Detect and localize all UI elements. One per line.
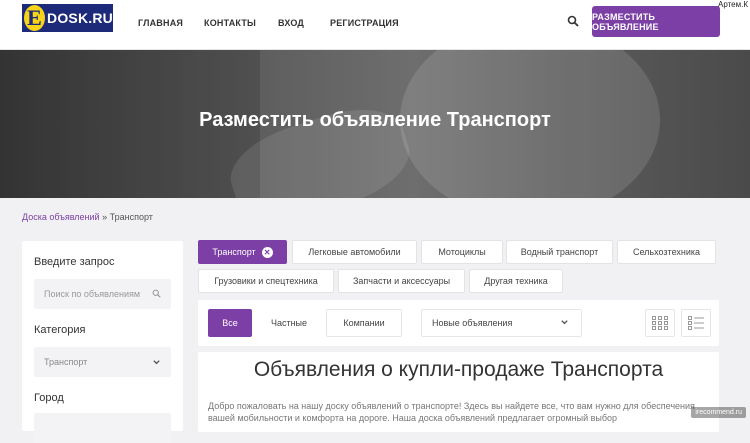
search-input[interactable]: Поиск по объявлениям bbox=[34, 279, 171, 309]
hero-banner: Разместить объявление Транспорт bbox=[0, 50, 750, 198]
category-value: Транспорт bbox=[44, 357, 88, 367]
tag-label: Транспорт bbox=[212, 247, 256, 257]
tag-water-transport[interactable]: Водный транспорт bbox=[506, 240, 613, 264]
tag-agri-machinery[interactable]: Сельхозтехника bbox=[617, 240, 716, 264]
site-header: E DOSK.RU ГЛАВНАЯ КОНТАКТЫ ВХОД РЕГИСТРА… bbox=[0, 0, 750, 50]
breadcrumb-separator: » bbox=[102, 212, 108, 222]
tag-motorcycles[interactable]: Мотоциклы bbox=[421, 240, 503, 264]
tag-other[interactable]: Другая техника bbox=[469, 269, 563, 293]
sort-value: Новые объявления bbox=[432, 318, 513, 328]
user-watermark: Артем.К bbox=[717, 0, 748, 9]
logo-letter: E bbox=[24, 5, 46, 31]
post-ad-button[interactable]: РАЗМЕСТИТЬ ОБЪЯВЛЕНИЕ bbox=[592, 6, 720, 37]
site-logo[interactable]: E DOSK.RU bbox=[22, 4, 113, 32]
search-placeholder: Поиск по объявлениям bbox=[44, 289, 141, 299]
breadcrumb: Доска объявлений » Транспорт bbox=[22, 212, 153, 222]
tag-transport[interactable]: Транспорт ✕ bbox=[198, 240, 287, 264]
category-select[interactable]: Транспорт bbox=[34, 347, 171, 377]
filter-companies-button[interactable]: Компании bbox=[326, 309, 402, 337]
grid-view-icon[interactable] bbox=[645, 309, 675, 337]
tag-trucks[interactable]: Грузовики и спецтехника bbox=[198, 269, 334, 293]
logo-text: DOSK.RU bbox=[47, 10, 113, 26]
page-title: Разместить объявление Транспорт bbox=[199, 109, 551, 131]
filter-sidebar: Введите запрос Поиск по объявлениям Кате… bbox=[22, 241, 183, 443]
category-description: Объявления о купли-продаже Транспорта До… bbox=[198, 352, 719, 432]
tag-cars[interactable]: Легковые автомобили bbox=[292, 240, 417, 264]
listing-filter-bar: Все Частные Компании Новые объявления bbox=[198, 300, 719, 346]
section-title: Объявления о купли-продаже Транспорта bbox=[253, 358, 664, 381]
close-icon[interactable]: ✕ bbox=[261, 246, 273, 258]
chevron-down-icon bbox=[561, 320, 568, 325]
filter-all-button[interactable]: Все bbox=[208, 309, 252, 337]
search-icon[interactable] bbox=[567, 15, 579, 27]
nav-home[interactable]: ГЛАВНАЯ bbox=[138, 18, 183, 28]
city-label: Город bbox=[34, 392, 64, 404]
chevron-down-icon bbox=[153, 360, 160, 365]
section-intro: Добро пожаловать на нашу доску объявлени… bbox=[208, 401, 695, 423]
breadcrumb-current: Транспорт bbox=[109, 212, 153, 222]
nav-register[interactable]: РЕГИСТРАЦИЯ bbox=[330, 18, 399, 28]
breadcrumb-home[interactable]: Доска объявлений bbox=[22, 212, 100, 222]
query-label: Введите запрос bbox=[34, 256, 115, 268]
filter-private-button[interactable]: Частные bbox=[256, 309, 322, 337]
sort-select[interactable]: Новые объявления bbox=[421, 309, 582, 337]
list-view-icon[interactable] bbox=[681, 309, 711, 337]
nav-contacts[interactable]: КОНТАКТЫ bbox=[204, 18, 256, 28]
search-field-icon bbox=[152, 289, 161, 298]
category-label: Категория bbox=[34, 324, 86, 336]
tag-parts[interactable]: Запчасти и аксессуары bbox=[338, 269, 465, 293]
city-select[interactable] bbox=[34, 413, 171, 443]
nav-login[interactable]: ВХОД bbox=[278, 18, 304, 28]
bottom-watermark: irecommend.ru bbox=[691, 407, 746, 418]
